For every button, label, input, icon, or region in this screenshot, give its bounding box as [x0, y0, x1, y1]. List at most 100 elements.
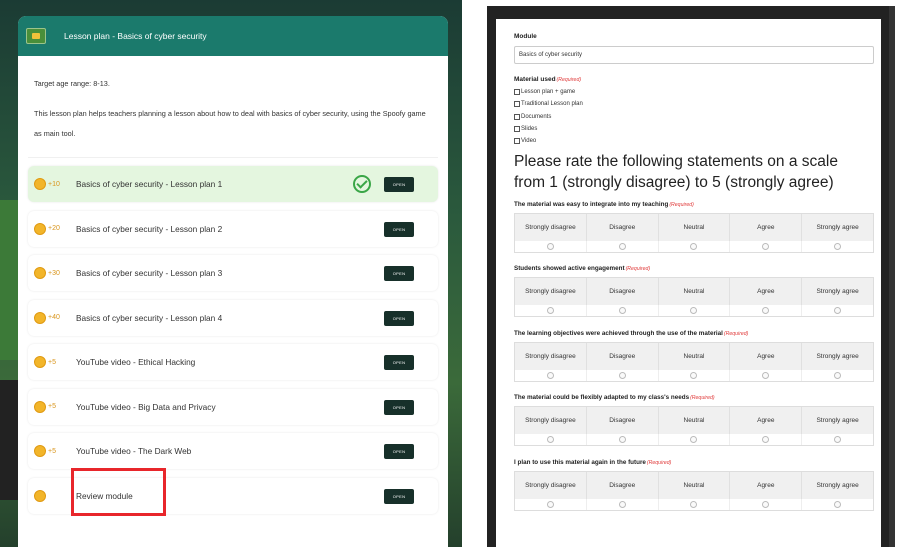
material-used-text: Material used	[514, 76, 556, 83]
material-checkbox[interactable]: Lesson plan + game	[514, 86, 871, 98]
likert-column-label: Strongly disagree	[525, 352, 576, 360]
likert-options	[515, 240, 873, 252]
radio-button[interactable]	[762, 307, 770, 315]
activity-item[interactable]: +5 YouTube video - The Dark Web OPEN	[28, 433, 438, 469]
radio-button[interactable]	[690, 242, 698, 250]
points-badge: +20	[48, 225, 60, 232]
checkbox-label: Lesson plan + game	[521, 89, 576, 96]
radio-button[interactable]	[690, 500, 698, 508]
radio-button[interactable]	[546, 436, 554, 444]
open-button[interactable]: OPEN	[384, 221, 414, 237]
open-button[interactable]: OPEN	[384, 444, 414, 459]
left-window: Lesson plan - Basics of cyber security T…	[0, 0, 462, 547]
material-checkbox[interactable]: Slides	[514, 123, 871, 135]
radio-button[interactable]	[690, 371, 698, 379]
description-text: This lesson plan helps teachers planning…	[34, 109, 426, 139]
checkbox-label: Traditional Lesson plan	[521, 101, 583, 108]
highlight-box	[71, 467, 166, 516]
likert-scale: Strongly disagree Disagree Neutral Agree Str…	[514, 406, 874, 447]
radio-button[interactable]	[762, 436, 770, 444]
radio-button[interactable]	[618, 500, 626, 508]
question-label: The material was easy to integrate into …	[514, 200, 669, 208]
likert-scale: Strongly disagree Disagree Neutral Agree Str…	[514, 470, 874, 511]
activity-item[interactable]: +40 Basics of cyber security - Lesson pla…	[28, 299, 438, 336]
likert-cell	[585, 305, 658, 317]
material-checkbox-list: Lesson plan + game Traditional Lesson pla…	[514, 86, 871, 147]
required-marker: (Required)	[625, 266, 651, 273]
likert-options	[515, 305, 873, 317]
material-checkbox[interactable]: Documents	[514, 111, 871, 123]
radio-button[interactable]	[546, 371, 554, 379]
likert-header: Strongly disagree Disagree Neutral Agree Str…	[515, 407, 873, 435]
open-button[interactable]: OPEN	[384, 399, 414, 415]
activity-item[interactable]: Review module OPEN	[28, 467, 438, 516]
open-button[interactable]: OPEN	[384, 177, 414, 192]
feedback-form: Module Basics of cyber security Material…	[496, 19, 881, 547]
module-input[interactable]: Basics of cyber security	[514, 46, 874, 64]
likert-cell	[657, 240, 730, 252]
likert-column-label: Strongly agree	[801, 278, 873, 306]
checkbox-box[interactable]	[514, 126, 520, 133]
radio-button[interactable]	[618, 307, 626, 315]
likert-cell	[801, 434, 873, 446]
coin-icon	[34, 356, 46, 368]
coin-icon	[34, 400, 46, 413]
question-text: The material was easy to integrate into …	[514, 201, 871, 208]
question-text: The material could be flexibly adapted t…	[514, 394, 871, 401]
likert-cell	[801, 498, 873, 510]
radio-button[interactable]	[690, 436, 698, 444]
radio-button[interactable]	[546, 500, 554, 508]
radio-button[interactable]	[834, 371, 842, 379]
likert-cell	[729, 369, 801, 381]
likert-column-label: Agree	[729, 407, 801, 435]
scrollbar[interactable]	[889, 6, 895, 547]
likert-scale: Strongly disagree Disagree Neutral Agree Str…	[514, 212, 874, 253]
likert-column-label: Disagree	[585, 278, 658, 306]
required-marker: (Required)	[556, 77, 582, 83]
activity-item[interactable]: +30 Basics of cyber security - Lesson pla…	[28, 255, 438, 291]
open-button[interactable]: OPEN	[384, 488, 414, 504]
likert-cell	[515, 241, 586, 252]
radio-button[interactable]	[618, 371, 626, 379]
radio-button[interactable]	[546, 242, 554, 250]
likert-options	[515, 369, 873, 381]
checkbox-box[interactable]	[514, 113, 520, 120]
background-decoration	[0, 200, 20, 360]
radio-button[interactable]	[762, 242, 770, 250]
radio-button[interactable]	[618, 436, 626, 444]
activity-item[interactable]: +20 Basics of cyber security - Lesson pla…	[28, 210, 438, 247]
question-label: The learning objectives were achieved th…	[514, 329, 723, 337]
checkbox-box[interactable]	[514, 101, 520, 108]
checkbox-box[interactable]	[514, 138, 520, 145]
activity-item[interactable]: +5 YouTube video - Ethical Hacking OPEN	[28, 344, 438, 380]
open-button[interactable]: OPEN	[384, 355, 414, 370]
lesson-plan-title: Lesson plan - Basics of cyber security	[64, 31, 207, 41]
radio-button[interactable]	[834, 242, 842, 250]
rating-question: The learning objectives were achieved th…	[514, 329, 874, 395]
likert-scale: Strongly disagree Disagree Neutral Agree Str…	[514, 277, 874, 318]
points-badge: +30	[48, 269, 60, 277]
open-button[interactable]: OPEN	[384, 310, 414, 326]
age-range-text: Target age range: 8-13.	[34, 79, 110, 88]
checkbox-box[interactable]	[514, 89, 520, 96]
radio-button[interactable]	[546, 307, 554, 315]
material-checkbox[interactable]: Video	[514, 135, 871, 147]
likert-header: Strongly disagree Disagree Neutral Agree Str…	[515, 213, 873, 241]
radio-button[interactable]	[762, 371, 770, 379]
material-checkbox[interactable]: Traditional Lesson plan	[514, 98, 871, 110]
likert-cell	[515, 434, 586, 445]
likert-cell	[801, 240, 873, 252]
radio-button[interactable]	[834, 500, 842, 508]
required-marker: (Required)	[723, 330, 749, 337]
radio-button[interactable]	[762, 500, 770, 508]
likert-cell	[729, 498, 801, 510]
points-badge: +5	[48, 403, 56, 410]
radio-button[interactable]	[834, 307, 842, 315]
required-marker: (Required)	[646, 459, 672, 466]
radio-button[interactable]	[690, 307, 698, 315]
activity-item[interactable]: +10 Basics of cyber security - Lesson pla…	[28, 166, 438, 202]
activity-item[interactable]: +5 YouTube video - Big Data and Privacy OP…	[28, 388, 438, 425]
open-button[interactable]: OPEN	[384, 266, 414, 281]
radio-button[interactable]	[618, 242, 626, 250]
radio-button[interactable]	[834, 436, 842, 444]
